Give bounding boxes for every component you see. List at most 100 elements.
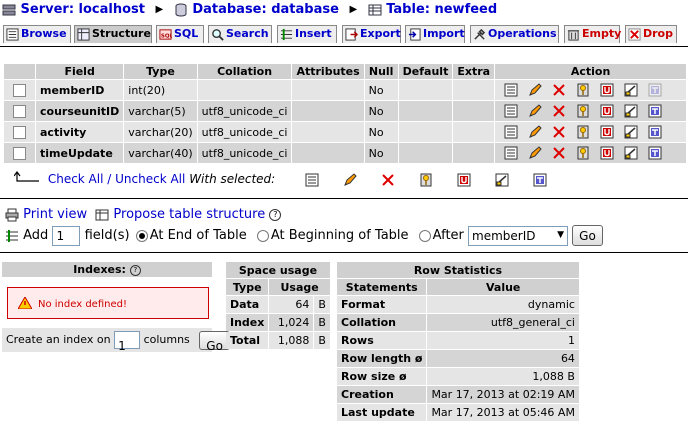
index-icon [624,83,638,97]
row-checkbox[interactable] [13,83,26,97]
row-fulltext-button[interactable] [648,83,662,97]
browse-icon [504,83,518,97]
stat-value: Mar 17, 2013 at 02:19 AM [427,386,579,403]
tab-label: Import [423,27,465,40]
row-unique-button[interactable] [600,83,614,97]
printer-icon [5,208,19,222]
row-primary-key-button[interactable] [576,83,590,97]
row-delete-button[interactable] [552,83,566,97]
row-browse-button[interactable] [504,146,518,160]
row-edit-button[interactable] [528,125,542,139]
operations-icon [473,28,486,41]
row-fulltext-button[interactable] [648,146,662,160]
check-all-link[interactable]: Check All [48,172,104,186]
empty-icon [567,28,580,41]
bulk-fulltext-button[interactable] [533,173,547,187]
field-count-input[interactable]: 1 [52,225,81,246]
row-delete-button[interactable] [552,146,566,160]
row-browse-button[interactable] [504,83,518,97]
row-edit-button[interactable] [528,146,542,160]
bulk-browse-button[interactable] [305,173,319,187]
bulk-unique-button[interactable] [457,173,471,187]
row-checkbox[interactable] [13,125,26,139]
row-index-button[interactable] [624,104,638,118]
space-unit: B [314,296,330,313]
primary-key-icon [576,125,590,139]
bulk-edit-button[interactable] [343,172,357,187]
tab-operations[interactable]: Operations [470,25,559,43]
propose-structure-link[interactable]: Propose table structure [113,207,265,222]
row-edit-button[interactable] [528,104,542,118]
browse-icon [305,173,319,187]
help-icon[interactable]: ? [129,264,141,276]
breadcrumb-server-link[interactable]: Server: localhost [21,2,145,17]
stat-value: dynamic [427,296,579,313]
tab-label: Drop [643,27,673,40]
after-field-select[interactable]: memberID ▼ [468,225,569,246]
row-stats-title: Row Statistics [337,262,579,278]
breadcrumb-table-link[interactable]: Table: newfeed [386,2,497,17]
bulk-primary-key-button[interactable] [419,173,433,187]
add-fields-go-button[interactable]: Go [572,225,603,246]
row-browse-button[interactable] [504,125,518,139]
tab-import[interactable]: Import [405,25,465,43]
no-index-text: No index defined! [38,299,127,310]
tab-drop[interactable]: Drop [625,25,677,43]
row-index-button[interactable] [624,125,638,139]
field-name: memberID [36,80,124,100]
index-columns-input[interactable]: 1 [114,331,141,353]
stat-value: Mar 17, 2013 at 05:46 AM [427,404,579,421]
bulk-delete-button[interactable] [381,173,395,187]
table-row: Collation utf8_general_ci [337,314,579,331]
bulk-index-button[interactable] [495,173,509,187]
row-checkbox[interactable] [13,104,26,118]
at-end-radio[interactable] [135,229,148,242]
row-checkbox-cell [4,101,35,121]
row-index-button[interactable] [624,83,638,97]
row-unique-button[interactable] [600,104,614,118]
row-fulltext-button[interactable] [648,125,662,139]
row-primary-key-button[interactable] [576,125,590,139]
sql-icon: SQL [159,28,172,41]
row-checkbox-cell [4,80,35,100]
row-unique-button[interactable] [600,125,614,139]
tab-export[interactable]: Export [342,25,401,43]
row-primary-key-button[interactable] [576,104,590,118]
row-delete-button[interactable] [552,125,566,139]
row-index-button[interactable] [624,146,638,160]
table-row: Creation Mar 17, 2013 at 02:19 AM [337,386,579,403]
tab-structure[interactable]: Structure [74,25,152,43]
no-index-message: No index defined! [7,287,209,319]
field-name: activity [36,122,124,142]
delete-icon [552,83,566,97]
table-row: Total 1,088 B [226,332,330,349]
tab-search[interactable]: Search [208,25,272,43]
at-beginning-radio[interactable] [256,229,269,242]
primary-key-icon [576,146,590,160]
row-delete-button[interactable] [552,104,566,118]
primary-key-icon [576,104,590,118]
row-fulltext-button[interactable] [648,104,662,118]
uncheck-all-link[interactable]: Uncheck All [115,172,185,186]
field-attributes [292,80,364,100]
tab-label: Structure [92,27,151,40]
row-primary-key-button[interactable] [576,146,590,160]
tab-empty[interactable]: Empty [564,25,621,43]
header-default: Default [398,64,453,79]
delete-icon [552,146,566,160]
row-checkbox[interactable] [13,146,26,160]
fulltext-icon [648,83,662,97]
tab-insert[interactable]: Insert [277,25,337,43]
after-radio[interactable] [418,229,431,242]
row-browse-button[interactable] [504,104,518,118]
help-icon[interactable]: ? [269,208,282,221]
breadcrumb-database-link[interactable]: Database: database [192,2,339,17]
tab-browse[interactable]: Browse [3,25,71,43]
value-header: Value [427,279,579,295]
export-icon [345,27,358,41]
print-view-link[interactable]: Print view [23,207,87,222]
row-edit-button[interactable] [528,83,542,97]
row-unique-button[interactable] [600,146,614,160]
tab-sql[interactable]: SQL SQL [156,25,204,43]
table-row: Row size ø 1,088 B [337,368,579,385]
